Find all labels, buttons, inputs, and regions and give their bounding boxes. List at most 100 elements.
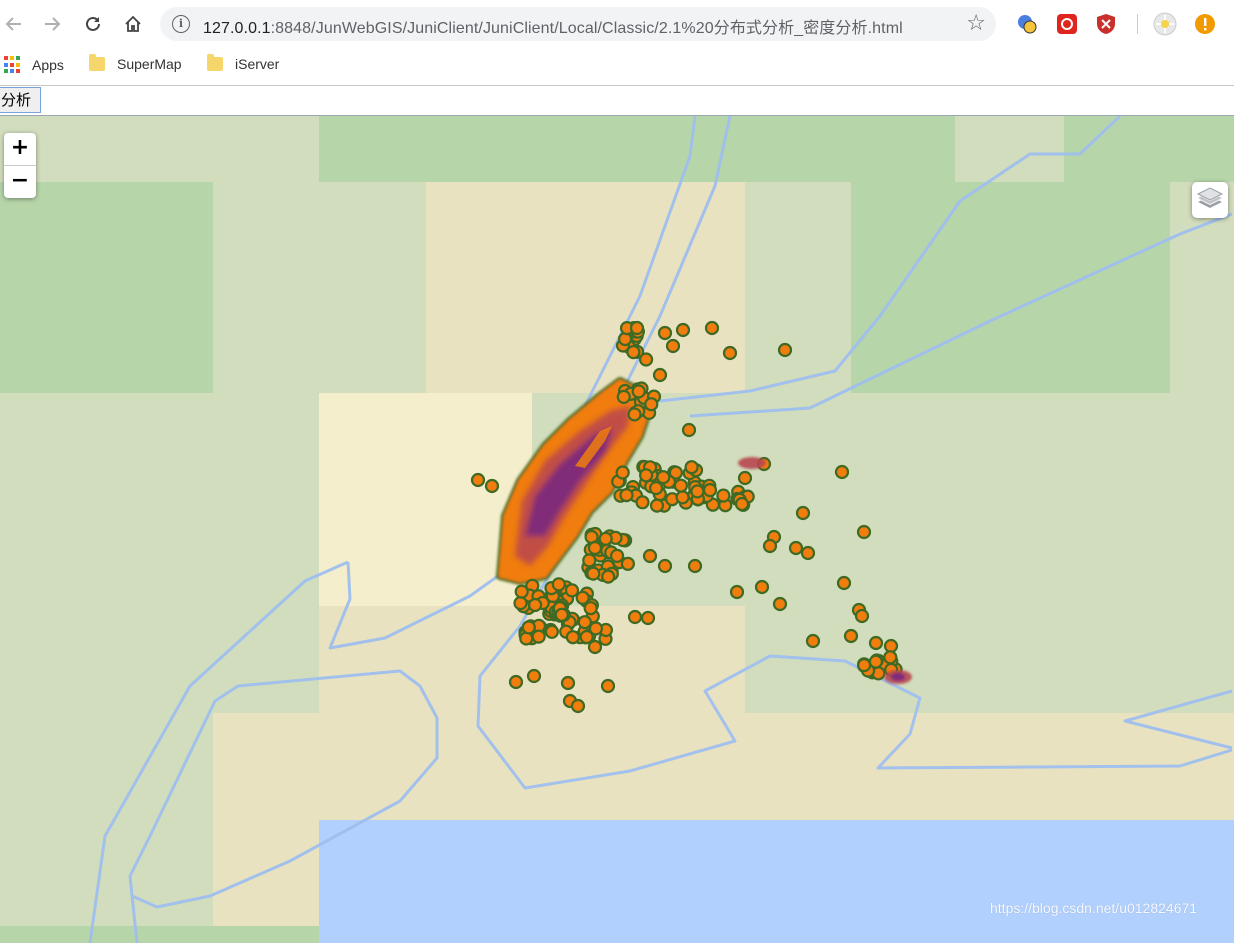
density-point xyxy=(675,322,691,338)
density-point xyxy=(673,478,689,493)
density-point xyxy=(638,352,654,367)
density-point xyxy=(734,496,750,512)
density-point xyxy=(836,575,852,591)
density-point xyxy=(513,596,528,611)
reload-icon[interactable] xyxy=(79,10,107,38)
density-point xyxy=(554,607,569,622)
density-point xyxy=(737,470,753,486)
forest-tile xyxy=(1064,116,1234,182)
density-point xyxy=(716,488,731,503)
toolbar-divider xyxy=(1137,14,1138,34)
forest-tile xyxy=(0,182,213,393)
bookmark-star-icon[interactable]: ☆ xyxy=(966,11,986,36)
density-point xyxy=(587,540,603,556)
density-point xyxy=(587,639,603,655)
red-extension-icon[interactable] xyxy=(1055,12,1079,36)
density-point xyxy=(565,630,581,645)
analysis-button[interactable]: 分析 xyxy=(0,87,42,113)
profile-avatar-icon[interactable] xyxy=(1153,12,1177,36)
density-point xyxy=(883,638,899,654)
bookmark-label: SuperMap xyxy=(117,56,182,72)
browser-toolbar: i 127.0.0.1:8848/JunWebGIS/JuniClient/Ju… xyxy=(0,0,1234,48)
bookmark-supermap[interactable]: SuperMap xyxy=(89,54,182,72)
map-canvas[interactable] xyxy=(0,116,1234,943)
density-point xyxy=(531,629,546,644)
density-point xyxy=(854,608,870,624)
shield-extension-icon[interactable] xyxy=(1094,12,1118,36)
density-point xyxy=(657,558,673,574)
density-point xyxy=(883,650,898,665)
bookmark-label: Apps xyxy=(32,57,64,73)
density-point xyxy=(579,629,594,645)
density-point xyxy=(690,484,705,499)
density-point xyxy=(800,545,816,561)
density-point xyxy=(729,584,745,600)
density-point xyxy=(615,465,630,480)
density-point xyxy=(526,668,542,684)
layers-button[interactable] xyxy=(1192,182,1228,218)
density-point xyxy=(586,566,601,581)
density-point xyxy=(772,596,788,612)
zoom-in-button[interactable]: + xyxy=(4,133,36,165)
density-point xyxy=(805,633,821,649)
density-point xyxy=(484,478,500,494)
density-point xyxy=(521,620,536,635)
density-point xyxy=(649,498,665,513)
density-point xyxy=(544,624,560,639)
layers-icon xyxy=(1196,187,1224,208)
info-icon[interactable]: i xyxy=(172,15,190,33)
bookmark-apps[interactable]: Apps xyxy=(4,56,64,74)
density-point xyxy=(652,367,668,383)
density-point xyxy=(519,631,534,646)
density-point xyxy=(470,472,486,488)
density-point xyxy=(627,609,643,625)
apps-grid-icon xyxy=(4,56,22,74)
density-point xyxy=(681,422,697,438)
map-view[interactable]: + − https://blog.csdn.net/u012824671 xyxy=(0,116,1234,943)
density-point xyxy=(788,540,804,556)
density-point xyxy=(795,505,811,521)
density-point xyxy=(868,654,884,669)
back-arrow-icon[interactable] xyxy=(0,10,28,38)
density-point xyxy=(684,460,699,475)
landcover-tiles xyxy=(0,116,1234,943)
density-point xyxy=(642,548,658,564)
bookmark-label: iServer xyxy=(235,56,280,72)
density-point xyxy=(627,407,642,422)
forward-arrow-icon[interactable] xyxy=(38,10,66,38)
bookmark-iserver[interactable]: iServer xyxy=(207,54,280,72)
density-point xyxy=(600,678,616,694)
alert-menu-icon[interactable] xyxy=(1193,12,1217,36)
density-point xyxy=(777,342,793,358)
density-point xyxy=(648,481,664,496)
density-point xyxy=(583,601,598,616)
density-point xyxy=(644,397,659,412)
density-point xyxy=(631,384,646,399)
watermark-text: https://blog.csdn.net/u012824671 xyxy=(990,900,1198,916)
density-point xyxy=(702,483,718,498)
zoom-out-button[interactable]: − xyxy=(4,165,36,198)
folder-icon xyxy=(89,54,105,71)
density-point xyxy=(619,488,634,503)
beige-tile xyxy=(426,182,745,393)
translate-extension-icon[interactable] xyxy=(1015,12,1039,36)
bookmarks-bar: Apps SuperMap iServer xyxy=(0,48,1234,86)
url-text: 127.0.0.1:8848/JunWebGIS/JuniClient/Juni… xyxy=(203,20,903,37)
density-point xyxy=(527,597,543,613)
density-point xyxy=(635,495,650,510)
density-point xyxy=(856,657,872,673)
density-point xyxy=(843,628,859,644)
density-point xyxy=(638,468,654,483)
density-point xyxy=(722,345,738,361)
density-point xyxy=(570,698,586,714)
density-point xyxy=(704,320,720,336)
forest-tile xyxy=(319,116,955,182)
forest-tile xyxy=(0,926,319,943)
density-point xyxy=(762,538,778,554)
home-icon[interactable] xyxy=(119,10,147,38)
density-point xyxy=(629,320,645,336)
density-point xyxy=(640,610,656,626)
address-bar[interactable]: i 127.0.0.1:8848/JunWebGIS/JuniClient/Ju… xyxy=(160,7,996,41)
density-point xyxy=(582,553,597,568)
density-point xyxy=(601,569,616,584)
